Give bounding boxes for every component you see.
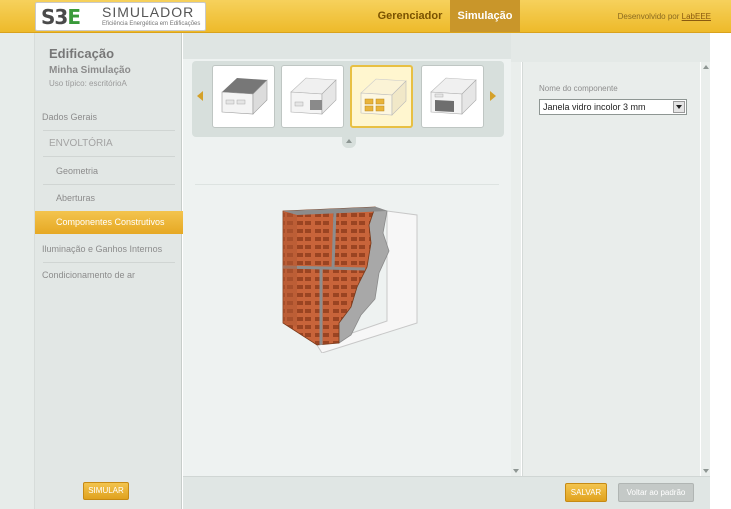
roof-component-icon: [221, 78, 268, 115]
scroll-down-icon[interactable]: [703, 469, 709, 473]
sidebar-divider: [43, 156, 175, 157]
usage-type: Uso típico: escritórioA: [49, 79, 127, 88]
component-carousel: [192, 61, 504, 137]
wall-component-icon: [430, 77, 477, 115]
brick-wall-section-icon: [282, 206, 418, 353]
sidebar-item-componentes-construtivos[interactable]: Componentes Construtivos: [35, 211, 190, 234]
sidebar-item-iluminacao[interactable]: Iluminação e Ganhos Internos: [42, 244, 189, 254]
collapse-carousel-icon[interactable]: [342, 136, 356, 148]
sidebar-divider: [43, 184, 175, 185]
logo-mark: S3E: [41, 5, 81, 29]
sidebar-divider: [43, 130, 175, 131]
app-logo[interactable]: S3E SIMULADOR Eficiência Energética em E…: [35, 2, 206, 31]
main-scrollbar[interactable]: [511, 33, 521, 476]
simulation-name: Minha Simulação: [49, 65, 131, 76]
logo-title: SIMULADOR: [102, 4, 195, 20]
developer-link[interactable]: LabEEE: [682, 12, 711, 21]
sidebar-item-aberturas[interactable]: Aberturas: [56, 193, 203, 203]
properties-panel: Nome do componente Janela vidro incolor …: [522, 62, 700, 476]
sidebar-item-condicionamento[interactable]: Condicionamento de ar: [42, 270, 189, 280]
logo-subtitle: Eficiência Energética em Edificações: [102, 21, 201, 27]
logo-mark-main: S3: [41, 5, 68, 29]
component-select[interactable]: Janela vidro incolor 3 mm: [539, 99, 687, 115]
component-select-value: Janela vidro incolor 3 mm: [543, 102, 646, 112]
sidebar-divider: [43, 262, 175, 263]
sidebar-title: Edificação: [49, 46, 115, 61]
scroll-down-icon[interactable]: [513, 469, 519, 473]
chevron-down-icon[interactable]: [673, 101, 685, 113]
thumb-floor[interactable]: [281, 65, 344, 128]
sidebar-item-dados-gerais[interactable]: Dados Gerais: [42, 112, 189, 122]
main-divider: [195, 184, 499, 185]
bottom-bar: SALVAR Voltar ao padrão: [183, 476, 710, 509]
developed-by-label: Desenvolvido por: [617, 12, 680, 21]
simulate-button[interactable]: SIMULAR: [83, 482, 129, 500]
logo-mark-e: E: [67, 5, 81, 29]
scroll-up-icon[interactable]: [703, 65, 709, 69]
thumb-roof[interactable]: [212, 65, 275, 128]
main-content: [183, 33, 511, 476]
nav-tab-simulacao[interactable]: Simulação: [450, 0, 520, 32]
save-button[interactable]: SALVAR: [565, 483, 607, 502]
right-header-strip: [511, 33, 710, 62]
sidebar-item-envoltoria[interactable]: ENVOLTÓRIA: [49, 138, 196, 149]
main-header-strip: [183, 33, 511, 59]
sidebar: Edificação Minha Simulação Uso típico: e…: [35, 33, 190, 509]
thumb-wall[interactable]: [421, 65, 484, 128]
left-margin: [0, 33, 35, 509]
reset-default-button[interactable]: Voltar ao padrão: [618, 483, 694, 502]
sidebar-item-geometria[interactable]: Geometria: [56, 166, 203, 176]
carousel-prev-icon[interactable]: [197, 91, 203, 101]
carousel-next-icon[interactable]: [490, 91, 496, 101]
top-bar: S3E SIMULADOR Eficiência Energética em E…: [0, 0, 731, 33]
thumb-window[interactable]: [350, 65, 413, 128]
nav-tab-gerenciador[interactable]: Gerenciador: [372, 0, 448, 32]
window-component-icon: [360, 78, 407, 116]
floor-component-icon: [290, 77, 337, 115]
developed-by: Desenvolvido por LabEEE: [618, 0, 711, 33]
component-name-label: Nome do componente: [539, 84, 618, 93]
right-edge: [710, 33, 731, 509]
